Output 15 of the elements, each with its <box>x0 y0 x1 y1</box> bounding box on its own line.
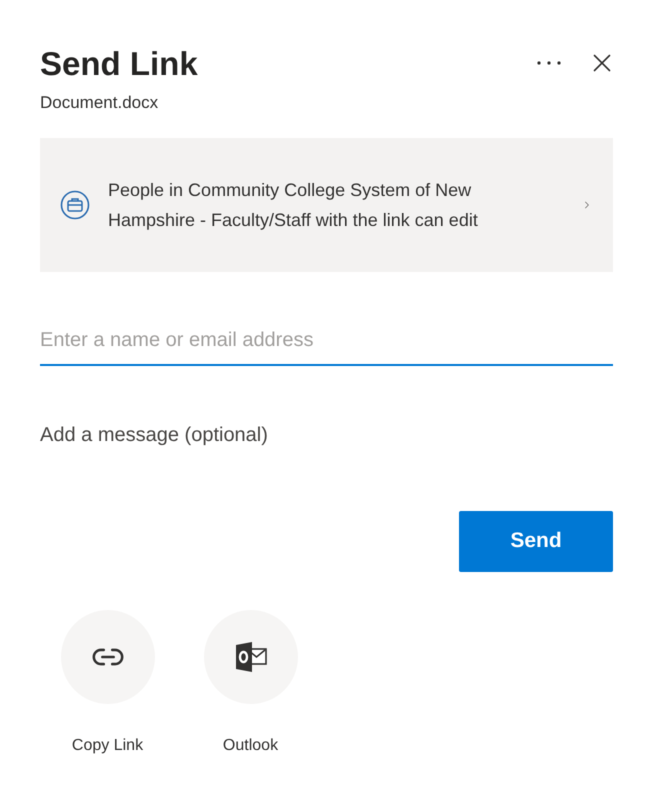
message-field[interactable]: Add a message (optional) <box>40 416 613 456</box>
more-options-button[interactable] <box>537 61 561 65</box>
file-name: Document.docx <box>40 92 160 114</box>
share-option-label: Copy Link <box>72 736 144 756</box>
dialog-title: Send Link <box>40 44 198 84</box>
send-button[interactable]: Send <box>459 510 613 572</box>
link-permission-text: People in Community College System of New Hampshire - Faculty/Staff with the link can edit <box>108 178 479 232</box>
more-icon <box>537 61 561 65</box>
share-option[interactable]: Copy Link <box>60 610 155 758</box>
recipient-field[interactable]: Enter a name or email address <box>40 318 613 366</box>
share-option-label: Outlook <box>222 736 278 756</box>
share-option[interactable]: Outlook <box>203 610 298 758</box>
mail-app-icon <box>234 640 268 674</box>
link-settings-button[interactable]: People in Community College System of New Hampshire - Faculty/Staff with the link can edit <box>40 138 613 272</box>
briefcase-icon <box>60 190 90 220</box>
